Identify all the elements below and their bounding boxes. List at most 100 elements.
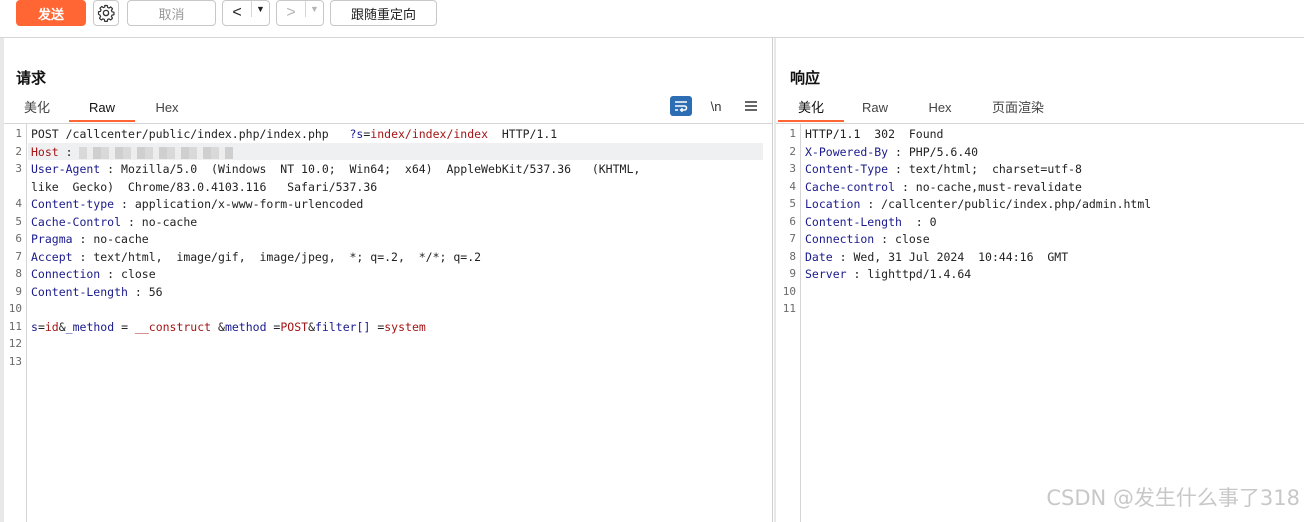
show-newlines-button[interactable]: \n [705,96,727,116]
line-number-gutter: 1 2 3 4 5 6 7 8 9 10 11 12 13 [4,124,27,522]
header-separator: : [888,145,909,159]
header-user-agent-wrapped: like Gecko) Chrome/83.0.4103.116 Safari/… [31,180,377,194]
line-number: 11 [782,302,796,315]
forward-history-dropdown[interactable]: ▼ [305,1,323,17]
status-line: HTTP/1.1 302 Found [805,127,943,141]
header-separator: : [72,250,94,264]
header-value: Mozilla/5.0 (Windows NT 10.0; Win64; x64… [121,162,641,176]
header-date: Date : Wed, 31 Jul 2024 10:44:16 GMT [805,250,1068,264]
line-number: 11 [8,320,22,333]
header-value: 0 [929,215,937,229]
header-value: close [895,232,930,246]
body-equals: = [37,320,45,334]
body-param-value: __construct [134,320,212,334]
header-connection: Connection : close [31,267,156,281]
query-param-value: index/index/index [370,127,488,141]
header-separator: : [114,197,135,211]
body-equals: = [266,320,281,334]
request-body: s=id&_method = __construct &method =POST… [31,320,426,334]
http-method: POST [31,127,59,141]
request-editor-tools: \n [670,96,775,116]
header-name: Content-type [31,197,115,211]
header-host: Host : [31,145,234,159]
body-equals: = [114,320,135,334]
header-value-continued: like Gecko) Chrome/83.0.4103.116 Safari/… [31,180,378,194]
response-title: 响应 [790,70,821,87]
line-number: 4 [15,197,22,210]
tab-render[interactable]: 页面渲染 [981,96,1055,122]
header-name: Host [31,145,59,159]
header-value: no-cache,must-revalidate [915,180,1082,194]
cancel-button[interactable]: 取消 [127,0,216,26]
header-value: text/html, image/gif, image/jpeg, *; q=.… [93,250,482,264]
send-button[interactable]: 发送 [16,0,86,26]
line-number: 12 [8,337,22,350]
follow-redirect-button[interactable]: 跟随重定向 [330,0,437,26]
wrap-lines-icon [675,101,688,112]
header-value: no-cache [93,232,149,246]
line-number: 3 [15,162,22,175]
settings-button[interactable] [93,0,119,26]
line-number: 10 [782,285,796,298]
tab-raw[interactable]: Raw [69,96,135,122]
editor-menu-button[interactable] [740,96,762,116]
body-param-name: s [31,320,38,334]
line-number: 2 [15,145,22,158]
tab-hex[interactable]: Hex [142,96,192,122]
header-content-type: Content-type : application/x-www-form-ur… [31,197,363,211]
header-cache-control: Cache-Control : no-cache [31,215,197,229]
header-name: Date [805,250,833,264]
body-param-name: _method [65,320,115,334]
line-number: 9 [789,267,796,280]
header-separator: : [100,162,122,176]
header-separator: : [121,215,142,229]
header-name: Location [805,197,861,211]
line-number: 7 [15,250,22,263]
line-number: 7 [789,232,796,245]
http-version: HTTP/1.1 [488,127,558,141]
header-separator: : [888,162,909,176]
redacted-host-value [79,146,234,159]
header-value: 56 [148,285,163,299]
tab-hex[interactable]: Hex [915,96,965,122]
request-path: /callcenter/public/index.php/index.php [58,127,350,141]
gear-icon [97,4,115,22]
header-separator: : [72,232,94,246]
line-number: 2 [789,145,796,158]
header-name: User-Agent [31,162,101,176]
header-name: Server [805,267,847,281]
header-content-length: Content-Length : 56 [31,285,163,299]
forward-button[interactable]: > ▼ [276,0,324,26]
header-separator: : [58,145,80,159]
status-line-text: HTTP/1.1 302 Found [805,127,944,141]
body-param-name: filter[] [315,320,371,334]
header-separator: : [846,267,868,281]
line-number: 13 [8,355,22,368]
back-button[interactable]: < ▼ [222,0,270,26]
tab-pretty[interactable]: 美化 [12,96,62,122]
body-param-value: id [44,320,59,334]
header-separator: : [901,215,930,229]
line-number: 10 [8,302,22,315]
line-number: 8 [15,267,22,280]
response-editor[interactable]: 1 2 3 4 5 6 7 8 9 10 11 HTTP/1.1 302 Fou… [776,123,1304,522]
body-param-name: method [224,320,267,334]
line-number: 3 [789,162,796,175]
line-number: 9 [15,285,22,298]
watermark: CSDN @发生什么事了318 [1046,486,1300,510]
line-number: 6 [789,215,796,228]
line-number: 5 [15,215,22,228]
wrap-lines-button[interactable] [670,96,692,116]
header-content-length: Content-Length : 0 [805,215,937,229]
line-number-gutter: 1 2 3 4 5 6 7 8 9 10 11 [776,124,801,522]
body-equals: = [370,320,385,334]
header-name: Content-Length [805,215,902,229]
tab-raw[interactable]: Raw [850,96,900,122]
body-param-value: POST [280,320,309,334]
forward-arrow-icon: > [286,4,296,21]
tab-pretty[interactable]: 美化 [778,96,844,122]
header-value: application/x-www-form-urlencoded [134,197,364,211]
request-editor[interactable]: 1 2 3 4 5 6 7 8 9 10 11 12 13 POST /call… [4,123,772,522]
header-content-type: Content-Type : text/html; charset=utf-8 [805,162,1082,176]
back-history-dropdown[interactable]: ▼ [251,1,269,17]
